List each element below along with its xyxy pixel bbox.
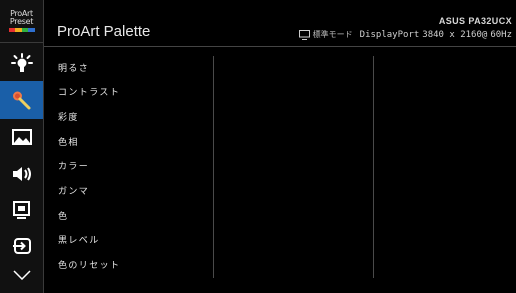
monitor-icon (298, 29, 310, 40)
logo-color-bar (8, 28, 35, 32)
sidebar-item-brightness[interactable] (0, 45, 43, 83)
sidebar-item-palette[interactable] (0, 81, 43, 119)
input-select-icon (12, 238, 31, 254)
column-divider-1 (213, 56, 214, 278)
sidebar: ProArt Preset (0, 0, 44, 293)
sound-icon (12, 167, 31, 181)
status-bar: 標準モード DisplayPort 3840 x 2160@ 60Hz (298, 29, 512, 40)
menu-item-hue[interactable]: 色相 (58, 135, 79, 148)
page-title: ProArt Palette (57, 23, 151, 40)
menu-item-color[interactable]: 色 (58, 209, 68, 222)
preset-mode-label: 標準モード (312, 30, 353, 39)
column-divider-2 (373, 56, 374, 278)
logo-line-2: Preset (9, 17, 34, 26)
resolution: 3840 x 2160@ (422, 29, 488, 40)
image-icon (11, 129, 32, 145)
chevron-down-icon (12, 270, 31, 280)
sidebar-item-image[interactable] (0, 118, 43, 156)
proart-preset-logo[interactable]: ProArt Preset (0, 0, 43, 43)
sidebar-item-pip[interactable] (0, 191, 43, 229)
monitor-model: ASUS PA32UCX (438, 16, 512, 26)
refresh-rate: 60Hz (490, 29, 512, 40)
menu-item-black-level[interactable]: 黒レベル (58, 233, 100, 246)
sidebar-scroll-down[interactable] (0, 260, 43, 290)
menu-item-color-temp[interactable]: カラー (58, 159, 89, 172)
palette-icon (12, 91, 30, 110)
menu-item-color-reset[interactable]: 色のリセット (58, 258, 120, 271)
menu-item-brightness[interactable]: 明るさ (58, 61, 89, 74)
menu-item-saturation[interactable]: 彩度 (58, 110, 79, 123)
menu-item-contrast[interactable]: コントラスト (58, 85, 120, 98)
input-source: DisplayPort (359, 29, 420, 40)
sidebar-item-sound[interactable] (0, 155, 43, 193)
brightness-icon (10, 53, 33, 72)
menu-item-gamma[interactable]: ガンマ (58, 184, 89, 197)
pip-icon (12, 201, 30, 219)
header: ProArt Palette ASUS PA32UCX 標準モード Displa… (44, 0, 516, 47)
